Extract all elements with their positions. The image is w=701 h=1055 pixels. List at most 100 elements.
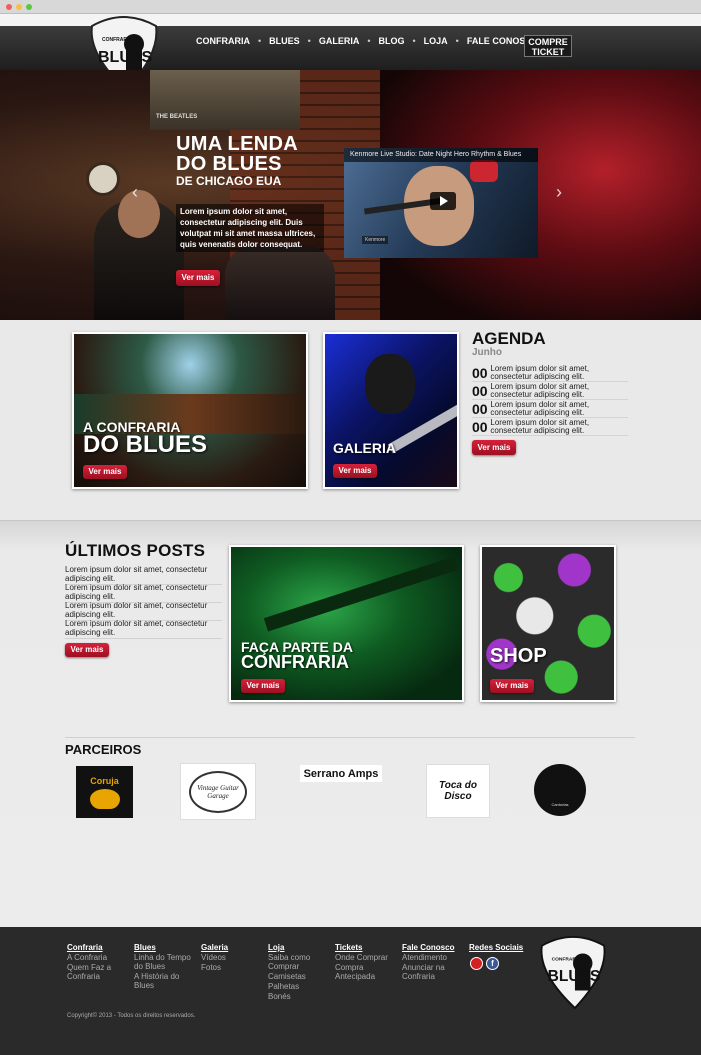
partner-logo-coruja[interactable]: Coruja (76, 766, 133, 818)
faca-parte-title-line2: CONFRARIA (241, 652, 349, 673)
footer-link[interactable]: A Confraria (67, 953, 127, 962)
nav-item-confraria[interactable]: CONFRARIA (196, 36, 250, 46)
galeria-image: GALERIA Ver mais (325, 334, 457, 487)
partners-divider (65, 737, 635, 738)
maximize-window-icon[interactable] (26, 4, 32, 10)
footer-link[interactable]: Vídeos (201, 953, 261, 962)
video-title[interactable]: Kenmore Live Studio: Date Night Hero Rhy… (344, 148, 538, 162)
partner-name: Vintage Guitar Garage (189, 770, 247, 813)
hero-more-button[interactable]: Ver mais (176, 270, 220, 286)
agenda-item[interactable]: 00 Lorem ipsum dolor sit amet, consectet… (472, 400, 628, 418)
agenda-item[interactable]: 00 Lorem ipsum dolor sit amet, consectet… (472, 364, 628, 382)
minimize-window-icon[interactable] (16, 4, 22, 10)
footer-heading[interactable]: Confraria (67, 943, 127, 952)
posts-title: ÚLTIMOS POSTS (65, 541, 206, 560)
faca-parte-title: FAÇA PARTE DA CONFRARIA (241, 640, 353, 673)
video-player[interactable]: Kenmore Live Studio: Date Night Hero Rhy… (344, 148, 538, 258)
partner-logo-serrano[interactable]: Serrano Amps (300, 765, 382, 782)
faca-parte-card[interactable]: FAÇA PARTE DA CONFRARIA Ver mais (229, 545, 464, 702)
footer-link[interactable]: Atendimento (402, 953, 464, 962)
footer-heading[interactable]: Blues (134, 943, 198, 952)
partner-logo-toca-do-disco[interactable]: Toca do Disco (426, 764, 490, 818)
agenda-day: 00 (472, 418, 488, 435)
video-badge: Kenmore (362, 236, 389, 244)
footer-heading[interactable]: Redes Sociais (469, 943, 533, 952)
agenda-item[interactable]: 00 Lorem ipsum dolor sit amet, consectet… (472, 418, 628, 436)
facebook-icon[interactable]: f (486, 957, 499, 970)
footer-link[interactable]: Camisetas (268, 972, 328, 981)
footer-logo[interactable]: CONFRARIA DO BLUES (536, 934, 610, 1010)
nav-separator: • (367, 36, 371, 46)
nav-item-blues[interactable]: BLUES (269, 36, 300, 46)
nav-item-blog[interactable]: BLOG (378, 36, 404, 46)
footer-heading[interactable]: Loja (268, 943, 328, 952)
partner-name: Serrano Amps (303, 767, 379, 780)
faca-parte-more-button[interactable]: Ver mais (241, 679, 285, 693)
footer-column-tickets: Tickets Onde Comprar Compra Antecipada (335, 943, 397, 982)
agenda-title: AGENDA (472, 329, 546, 348)
nav-separator: • (412, 36, 416, 46)
footer-column-loja: Loja Saiba como Comprar Camisetas Palhet… (268, 943, 328, 1002)
hero-title-line3: DE CHICAGO EUA (176, 174, 282, 188)
guitarist-image (365, 354, 415, 414)
shop-card[interactable]: SHOP Ver mais (480, 545, 616, 702)
shop-more-button[interactable]: Ver mais (490, 679, 534, 693)
footer-link[interactable]: Fotos (201, 963, 261, 972)
nav-separator: • (307, 36, 311, 46)
photo-label: THE BEATLES (156, 114, 198, 120)
guitar-neck-image (263, 556, 459, 632)
confraria-more-button[interactable]: Ver mais (83, 465, 127, 479)
agenda-text: Lorem ipsum dolor sit amet, consectetur … (490, 417, 590, 435)
partner-logo-cantorias[interactable]: Cantorias (534, 764, 586, 816)
footer-heading[interactable]: Fale Conosco (402, 943, 464, 952)
ticket-line1: COMPRE (528, 37, 568, 47)
agenda-more-button[interactable]: Ver mais (472, 440, 516, 455)
play-icon[interactable] (430, 192, 456, 210)
close-window-icon[interactable] (6, 4, 12, 10)
footer-link[interactable]: Bonés (268, 992, 328, 1001)
nav-separator: • (258, 36, 262, 46)
footer-column-confraria: Confraria A Confraria Quem Faz a Confrar… (67, 943, 127, 982)
slider-next-icon[interactable]: › (556, 182, 562, 203)
confraria-image: A CONFRARIA DO BLUES Ver mais (74, 334, 306, 487)
clock-image (86, 162, 120, 196)
footer-logo-text: BLUES (548, 968, 601, 985)
nav-item-galeria[interactable]: GALERIA (319, 36, 360, 46)
buy-ticket-button[interactable]: COMPRE TICKET (524, 35, 572, 57)
footer-link[interactable]: Linha do Tempo do Blues (134, 953, 198, 971)
partner-logo-guitar-garage[interactable]: Vintage Guitar Garage (180, 763, 256, 820)
posts-more-button[interactable]: Ver mais (65, 643, 109, 657)
hero-title-line2: DO BLUES (176, 153, 282, 175)
galeria-title: GALERIA (333, 440, 396, 456)
footer-column-fale-conosco: Fale Conosco Atendimento Anunciar na Con… (402, 943, 464, 982)
galeria-card[interactable]: GALERIA Ver mais (323, 332, 459, 489)
footer-link[interactable]: Compra Antecipada (335, 963, 397, 981)
ticket-line2: TICKET (531, 47, 565, 57)
footer-column-galeria: Galeria Vídeos Fotos (201, 943, 261, 973)
footer-link[interactable]: A História do Blues (134, 972, 198, 990)
agenda-item[interactable]: 00 Lorem ipsum dolor sit amet, consectet… (472, 382, 628, 400)
footer-heading[interactable]: Tickets (335, 943, 397, 952)
footer-link[interactable]: Anunciar na Confraria (402, 963, 464, 981)
footer-link[interactable]: Quem Faz a Confraria (67, 963, 127, 981)
footer-column-blues: Blues Linha do Tempo do Blues A História… (134, 943, 198, 991)
shop-title: SHOP (490, 645, 547, 667)
youtube-icon[interactable] (470, 957, 483, 970)
confraria-card[interactable]: A CONFRARIA DO BLUES Ver mais (72, 332, 308, 489)
owl-icon (89, 788, 120, 809)
galeria-more-button[interactable]: Ver mais (333, 464, 377, 478)
nav-item-loja[interactable]: LOJA (424, 36, 448, 46)
footer-link[interactable]: Onde Comprar (335, 953, 397, 962)
hero-text: Lorem ipsum dolor sit amet, consectetur … (176, 204, 324, 252)
confraria-title-line2: DO BLUES (83, 431, 208, 459)
logo-subtext: CONFRARIA DO (102, 37, 141, 43)
confraria-title: A CONFRARIA DO BLUES (83, 420, 208, 459)
footer-link[interactable]: Palhetas (268, 982, 328, 991)
slider-prev-icon[interactable]: ‹ (132, 182, 138, 203)
footer-heading[interactable]: Galeria (201, 943, 261, 952)
hero-title-line1: UMA LENDA (176, 133, 298, 155)
footer-link[interactable]: Saiba como Comprar (268, 953, 328, 971)
post-item[interactable]: Lorem ipsum dolor sit amet, consectetur … (65, 619, 222, 639)
agenda-text: Lorem ipsum dolor sit amet, consectetur … (490, 363, 590, 381)
faca-parte-image: FAÇA PARTE DA CONFRARIA Ver mais (231, 547, 462, 700)
